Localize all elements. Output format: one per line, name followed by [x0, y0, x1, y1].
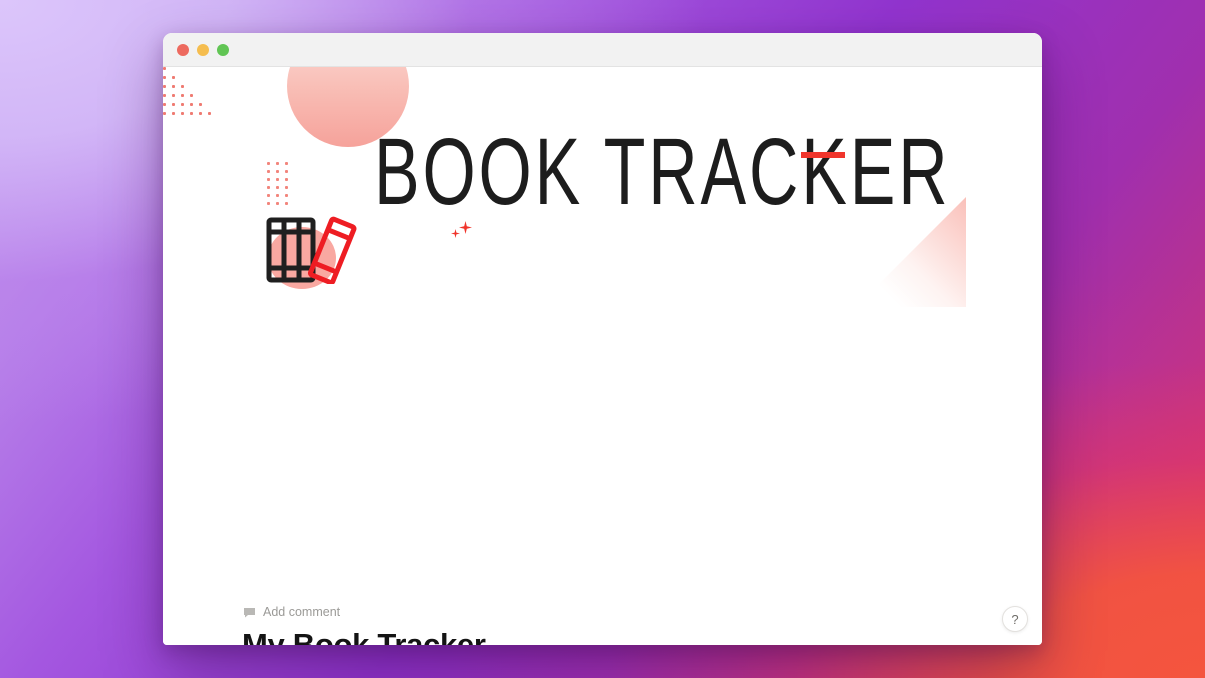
add-comment-button[interactable]: Add comment [243, 605, 340, 619]
dot-grid-left-icon [267, 162, 294, 210]
close-icon[interactable] [177, 44, 189, 56]
page-cover-banner[interactable]: BOOK TRACKER [163, 67, 1042, 325]
minimize-icon[interactable] [197, 44, 209, 56]
logo-accent-bar [801, 152, 845, 158]
window-content: BOOK TRACKER Add comment My Book Tracker… [163, 67, 1042, 645]
books-stack-icon [266, 216, 357, 284]
traffic-light-buttons [177, 44, 229, 56]
desktop-background: BOOK TRACKER Add comment My Book Tracker… [0, 0, 1205, 678]
help-button[interactable]: ? [1002, 606, 1028, 632]
banner-logo-text: BOOK TRACKER [374, 119, 951, 226]
comment-icon [244, 607, 255, 617]
app-window: BOOK TRACKER Add comment My Book Tracker… [163, 33, 1042, 645]
sparkle-icon [451, 229, 460, 238]
window-titlebar[interactable] [163, 33, 1042, 67]
page-title: My Book Tracker [242, 627, 486, 645]
add-comment-label: Add comment [263, 605, 341, 619]
maximize-icon[interactable] [217, 44, 229, 56]
